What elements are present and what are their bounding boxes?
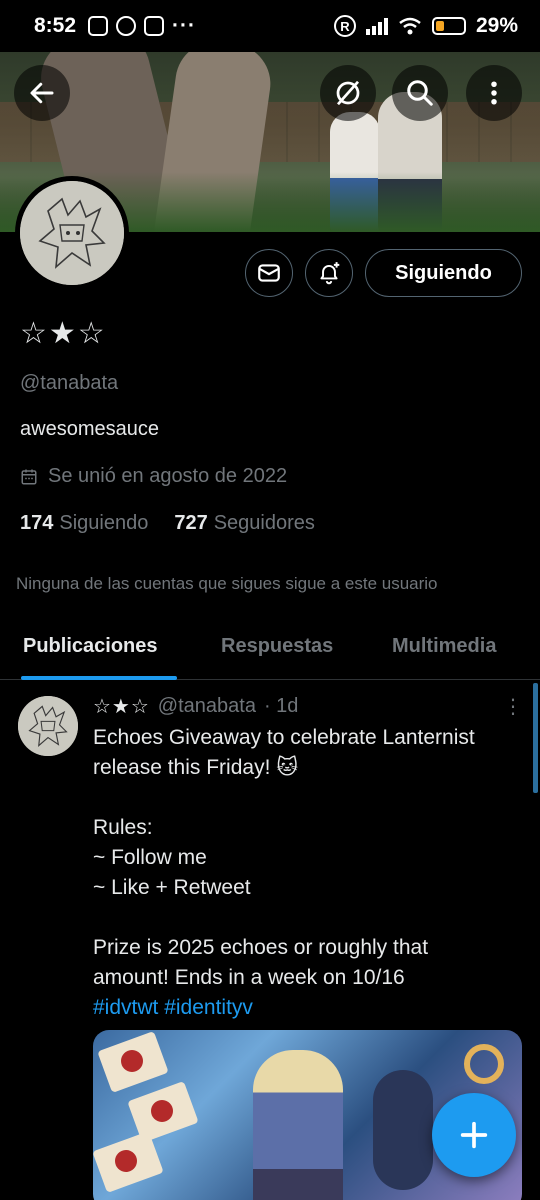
instagram-icon [88, 16, 109, 36]
followers-count: 727 [174, 512, 208, 534]
profile-bio: awesomesauce [20, 418, 159, 440]
post-author-avatar[interactable] [18, 696, 78, 756]
follow-counts: 174 Siguiendo 727 Seguidores [20, 512, 315, 535]
followers-label: Seguidores [213, 512, 315, 534]
post-line: ~ Like + Retweet [93, 876, 251, 899]
followers-link[interactable]: 727 Seguidores [174, 512, 315, 535]
grok-icon [336, 80, 360, 106]
mutual-followers-note: Ninguna de las cuentas que sigues sigue … [16, 574, 438, 593]
grok-button[interactable] [320, 65, 376, 121]
post-line: Rules: [93, 816, 153, 839]
joined-date: Se unió en agosto de 2022 [20, 465, 287, 488]
signal-icon [365, 17, 388, 35]
notification-icons: ··· [88, 14, 196, 38]
post-time: · 1d [263, 695, 299, 717]
whatsapp-icon [116, 16, 137, 36]
avatar-drawing [18, 696, 78, 756]
post-line: amount! Ends in a week on 10/16 [93, 966, 405, 989]
post-line: Echoes Giveaway to celebrate Lanternist [93, 726, 475, 749]
post-author-name[interactable]: ☆★☆ [93, 694, 150, 719]
tab-publicaciones[interactable]: Publicaciones [23, 635, 158, 658]
scrollbar[interactable] [533, 683, 538, 793]
profile-handle: @tanabata [20, 372, 119, 394]
post-line: Prize is 2025 echoes or roughly that [93, 936, 429, 959]
post-body[interactable]: Echoes Giveaway to celebrate Lanternist … [93, 723, 528, 1023]
display-name: ☆★☆ [20, 317, 107, 350]
post-more-icon[interactable]: ⋮ [503, 694, 523, 719]
following-label: Siguiendo [59, 512, 149, 534]
r-badge-icon: R [333, 15, 356, 37]
active-tab-indicator [21, 676, 177, 680]
avatar-drawing [20, 181, 124, 285]
compose-button[interactable] [432, 1093, 516, 1177]
tab-respuestas[interactable]: Respuestas [221, 635, 333, 658]
post-line [93, 783, 528, 813]
tab-multimedia[interactable]: Multimedia [392, 635, 496, 658]
status-time: 8:52 [34, 14, 77, 37]
joined-text: Se unió en agosto de 2022 [48, 465, 288, 487]
wifi-icon [399, 17, 421, 35]
bell-plus-icon [320, 262, 340, 285]
post-line: ~ Follow me [93, 846, 207, 869]
post-line: release this Friday! 🐱 [93, 756, 299, 779]
profile-avatar[interactable] [15, 176, 129, 290]
status-bar: 8:52 ··· R 29% [0, 0, 540, 52]
following-count: 174 [20, 512, 54, 534]
copy-icon [144, 16, 165, 36]
more-vertical-icon [491, 81, 497, 105]
following-button[interactable]: Siguiendo [365, 249, 522, 297]
system-icons: R 29% [333, 14, 518, 38]
post-line [93, 903, 528, 933]
more-notifications: ··· [172, 14, 197, 37]
envelope-icon [258, 264, 280, 282]
more-options-button[interactable] [466, 65, 522, 121]
notify-button[interactable] [305, 249, 353, 297]
post-hashtags[interactable]: #idvtwt #identityv [93, 993, 528, 1023]
battery-icon [431, 17, 466, 35]
post-author-handle[interactable]: @tanabata [158, 695, 256, 718]
following-link[interactable]: 174 Siguiendo [20, 512, 148, 535]
calendar-icon [21, 469, 37, 484]
back-button[interactable] [14, 65, 70, 121]
search-icon [407, 80, 433, 106]
back-arrow-icon [30, 82, 54, 104]
search-button[interactable] [392, 65, 448, 121]
message-button[interactable] [245, 249, 293, 297]
battery-percent: 29% [475, 14, 518, 37]
plus-icon [460, 1121, 488, 1149]
profile-tabs: Publicaciones Respuestas Multimedia [0, 620, 540, 680]
post-header: ☆★☆ @tanabata · 1d ⋮ [93, 694, 523, 719]
